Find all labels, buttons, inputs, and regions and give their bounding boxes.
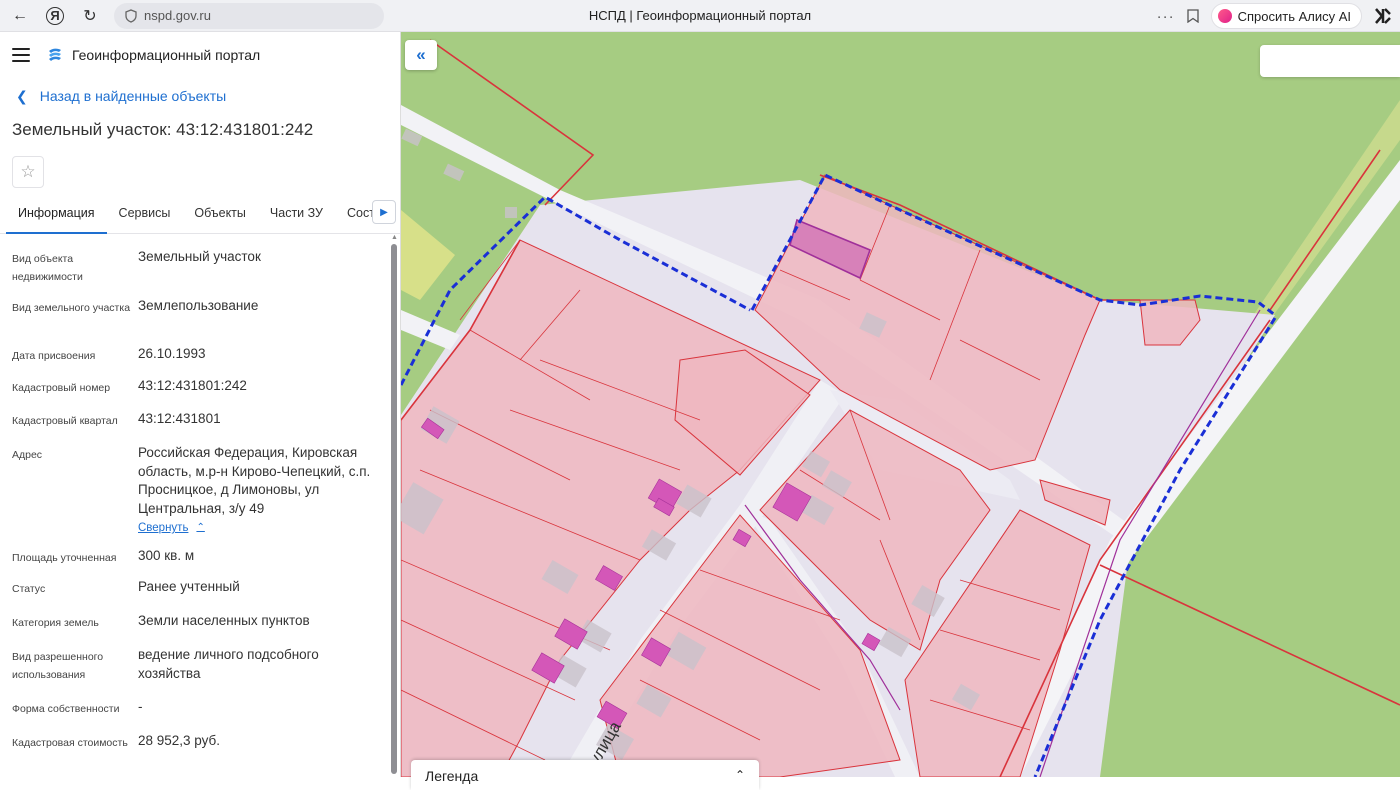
attribute-value: - <box>138 699 143 714</box>
chevron-up-icon: ⌃ <box>196 522 205 533</box>
attribute-value: Землепользование <box>138 298 259 313</box>
attribute-row: Категория земель Земли населенных пункто… <box>0 612 388 646</box>
attribute-row: Форма собственности - <box>0 698 388 732</box>
back-arrow-icon[interactable]: ← <box>8 4 32 28</box>
url-text: nspd.gov.ru <box>144 8 211 23</box>
attribute-label: Кадастровый номер <box>12 382 111 394</box>
info-tabs: Информация Сервисы Объекты Части ЗУ Сост… <box>0 200 400 234</box>
tab-objects[interactable]: Объекты <box>182 200 258 234</box>
tabs-scroll-right-icon[interactable]: ▶ <box>372 200 396 224</box>
more-icon[interactable]: ··· <box>1157 8 1175 25</box>
browser-toolbar: ← Я ↻ nspd.gov.ru НСПД | Геоинформационн… <box>0 0 1400 32</box>
attribute-label: Вид объекта недвижимости <box>12 253 83 283</box>
yandex-icon[interactable]: Я <box>46 6 64 25</box>
tab-services[interactable]: Сервисы <box>107 200 183 234</box>
attribute-value: Земельный участок <box>138 249 261 264</box>
attribute-label: Статус <box>12 583 46 595</box>
alice-label: Спросить Алису AI <box>1237 8 1351 24</box>
attribute-row: Кадастровый номер 43:12:431801:242 <box>0 377 388 410</box>
alice-button[interactable]: Спросить Алису AI <box>1210 3 1362 29</box>
back-to-results-link[interactable]: ❮ Назад в найденные объекты <box>16 86 400 106</box>
attribute-label: Кадастровый квартал <box>12 415 118 427</box>
attribute-row: Площадь уточненная 300 кв. м <box>0 547 388 578</box>
attribute-value: 43:12:431801 <box>138 411 221 426</box>
attribute-label: Категория земель <box>12 617 99 629</box>
extension-icon[interactable] <box>1374 7 1392 25</box>
object-info-panel: Геоинформационный портал ❮ Назад в найде… <box>0 32 401 777</box>
attribute-value: 43:12:431801:242 <box>138 378 247 393</box>
attribute-value: ведение личного подсобного хозяйства <box>138 647 319 681</box>
cadastral-map[interactable]: улица <box>401 32 1400 777</box>
attribute-value: 300 кв. м <box>138 548 195 563</box>
object-title: Земельный участок: 43:12:431801:242 <box>12 120 314 139</box>
map-legend[interactable]: Легенда ⌃ <box>411 760 759 790</box>
attribute-row: Вид земельного участка Землепользование <box>0 297 388 345</box>
attribute-label: Кадастровая стоимость <box>12 737 128 749</box>
attribute-row: Адрес Российская Федерация, Кировская об… <box>0 444 388 547</box>
attribute-label: Адрес <box>12 449 43 461</box>
address-bar[interactable]: nspd.gov.ru <box>114 2 384 29</box>
reload-icon[interactable]: ↻ <box>78 4 102 28</box>
attribute-row: Кадастровый квартал 43:12:431801 <box>0 410 388 444</box>
attribute-label: Вид земельного участка <box>12 302 131 314</box>
attribute-value: 26.10.1993 <box>138 346 206 361</box>
attribute-row: Дата присвоения 26.10.1993 <box>0 345 388 377</box>
map-canvas[interactable]: улица <box>401 32 1400 777</box>
alice-icon <box>1217 9 1232 23</box>
attribute-value: 28 952,3 руб. <box>138 733 221 748</box>
chevron-up-icon[interactable]: ⌃ <box>735 768 745 782</box>
attribute-label: Площадь уточненная <box>12 552 117 564</box>
collapse-link[interactable]: Свернуть ⌃ <box>138 519 205 538</box>
tab-parcel-parts[interactable]: Части ЗУ <box>258 200 335 234</box>
collapse-panel-icon[interactable]: « <box>405 40 437 70</box>
attribute-row: Кадастровая стоимость 28 952,3 руб. <box>0 732 388 772</box>
attribute-value: Земли населенных пунктов <box>138 613 310 628</box>
attribute-value: Российская Федерация, Кировская область,… <box>138 445 371 516</box>
chevron-left-icon: ❮ <box>16 87 28 104</box>
map-search-input[interactable] <box>1260 45 1400 77</box>
attribute-list: Вид объекта недвижимости Земельный участ… <box>0 248 388 772</box>
collapse-label: Свернуть <box>138 522 189 534</box>
attribute-row: Вид объекта недвижимости Земельный участ… <box>0 248 388 297</box>
bookmark-icon[interactable] <box>1186 9 1199 23</box>
shield-icon <box>125 8 137 23</box>
favorite-star-icon[interactable]: ☆ <box>12 156 44 188</box>
back-to-results-label: Назад в найденные объекты <box>39 88 227 104</box>
legend-label: Легенда <box>425 768 479 784</box>
attribute-row: Вид разрешенного использования ведение л… <box>0 646 388 698</box>
menu-icon[interactable] <box>12 48 30 62</box>
attribute-label: Форма собственности <box>12 703 120 715</box>
portal-name: Геоинформационный портал <box>72 47 261 63</box>
attribute-value: Ранее учтенный <box>138 579 240 594</box>
attribute-label: Вид разрешенного использования <box>12 651 104 681</box>
scroll-up-icon[interactable]: ▲ <box>391 234 398 241</box>
portal-logo-icon <box>49 48 61 61</box>
attribute-row: Статус Ранее учтенный <box>0 578 388 612</box>
attribute-label: Дата присвоения <box>12 350 96 362</box>
panel-scrollbar[interactable] <box>391 244 397 774</box>
tab-information[interactable]: Информация <box>6 200 107 234</box>
